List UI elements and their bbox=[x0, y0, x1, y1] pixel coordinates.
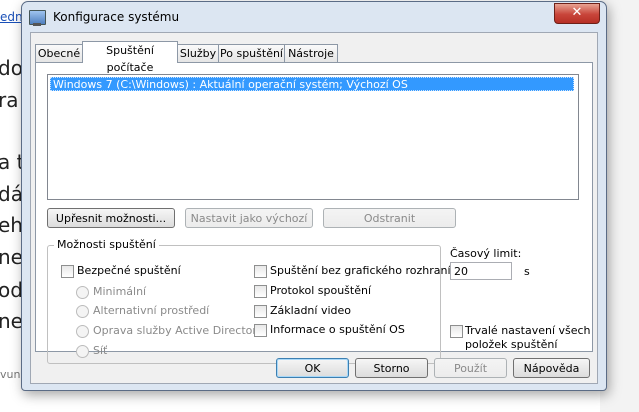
help-button[interactable]: Nápověda bbox=[513, 358, 590, 378]
close-icon: ✕ bbox=[571, 5, 583, 20]
title-bar[interactable]: Konfigurace systému ✕ bbox=[22, 2, 606, 32]
background-text-line: eh bbox=[0, 213, 23, 237]
safe-boot-checkbox[interactable] bbox=[61, 265, 74, 278]
no-gui-boot-checkbox[interactable] bbox=[254, 265, 267, 278]
timeout-label: Časový limit: bbox=[450, 247, 522, 260]
boot-os-item-selected[interactable]: Windows 7 (C:\Windows) : Aktuální operač… bbox=[50, 77, 574, 91]
background-text-line: ne bbox=[0, 309, 23, 333]
alternate-shell-label: Alternativní prostředí bbox=[93, 304, 210, 317]
background-text-line: dá bbox=[0, 182, 23, 206]
network-radio[interactable] bbox=[76, 345, 89, 358]
minimal-label: Minimální bbox=[93, 285, 147, 298]
advanced-options-button[interactable]: Upřesnit možnosti... bbox=[47, 208, 175, 228]
background-text-line: do bbox=[0, 56, 23, 80]
background-text-line: od bbox=[0, 278, 23, 302]
computer-icon bbox=[29, 10, 46, 26]
safe-boot-label[interactable]: Bezpečné spuštění bbox=[77, 264, 181, 277]
cancel-button[interactable]: Storno bbox=[355, 358, 428, 378]
tab-boot[interactable]: Spuštění počítače bbox=[82, 41, 178, 74]
os-boot-info-label[interactable]: Informace o spuštění OS bbox=[270, 323, 405, 336]
delete-button[interactable]: Odstranit bbox=[323, 208, 456, 228]
apply-button[interactable]: Použít bbox=[434, 358, 507, 378]
boot-options-title: Možnosti spuštění bbox=[54, 238, 159, 251]
boot-options-group: Možnosti spuštění Bezpečné spuštění Mini… bbox=[47, 238, 451, 364]
boot-tab-panel: Windows 7 (C:\Windows) : Aktuální operač… bbox=[35, 62, 593, 364]
ok-button[interactable]: OK bbox=[276, 358, 349, 378]
timeout-input[interactable]: 20 bbox=[450, 262, 512, 280]
permanent-settings-label-line2[interactable]: položek spuštění bbox=[465, 338, 557, 351]
background-text-line: ra bbox=[0, 88, 19, 112]
network-label: Síť bbox=[93, 344, 108, 357]
tab-startup[interactable]: Po spuštění bbox=[218, 44, 285, 62]
permanent-settings-checkbox[interactable] bbox=[450, 325, 463, 338]
no-gui-boot-label[interactable]: Spuštění bez grafického rozhraní bbox=[270, 264, 451, 277]
set-default-button[interactable]: Nastavit jako výchozí bbox=[185, 208, 313, 228]
minimal-radio[interactable] bbox=[76, 286, 89, 299]
close-button[interactable]: ✕ bbox=[554, 3, 600, 24]
dialog-client-area: Obecné Spuštění počítače Služby Po spušt… bbox=[30, 32, 598, 384]
active-directory-repair-radio[interactable] bbox=[76, 325, 89, 338]
alternate-shell-radio[interactable] bbox=[76, 305, 89, 318]
tab-general[interactable]: Obecné bbox=[35, 44, 83, 62]
background-text-line: ne bbox=[0, 245, 23, 269]
base-video-label[interactable]: Základní video bbox=[270, 304, 351, 317]
background-small-text: vun bbox=[0, 368, 21, 381]
permanent-settings-label-line1[interactable]: Trvalé nastavení všech bbox=[465, 324, 591, 337]
boot-log-checkbox[interactable] bbox=[254, 285, 267, 298]
os-boot-info-checkbox[interactable] bbox=[254, 324, 267, 337]
window-title: Konfigurace systému bbox=[53, 10, 180, 24]
tab-tools[interactable]: Nástroje bbox=[284, 44, 338, 62]
active-directory-repair-label: Oprava služby Active Directory bbox=[93, 324, 264, 337]
system-configuration-dialog: Konfigurace systému ✕ Obecné Spuštění po… bbox=[21, 1, 607, 391]
timeout-unit: s bbox=[524, 265, 530, 278]
boot-os-list[interactable]: Windows 7 (C:\Windows) : Aktuální operač… bbox=[47, 74, 579, 200]
tab-services[interactable]: Služby bbox=[177, 44, 219, 62]
base-video-checkbox[interactable] bbox=[254, 305, 267, 318]
boot-log-label[interactable]: Protokol spouštění bbox=[270, 284, 371, 297]
background-link[interactable]: edn bbox=[0, 10, 23, 24]
